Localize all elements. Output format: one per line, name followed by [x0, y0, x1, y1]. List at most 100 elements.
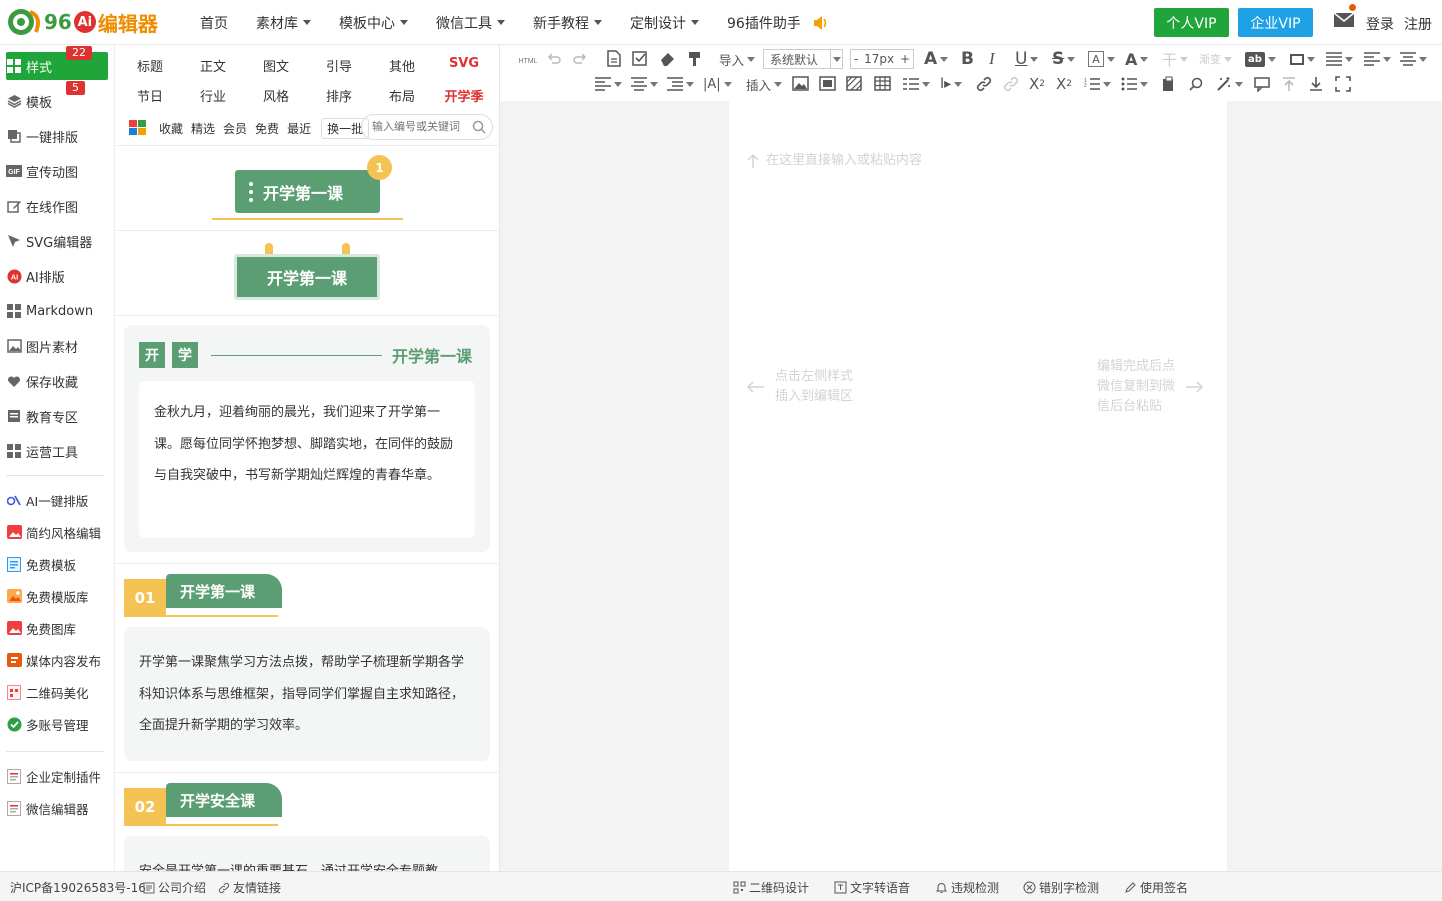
sidebar-item-promo-gif[interactable]: GIF 宣传动图: [6, 157, 108, 185]
emoji-dropdown[interactable]: [903, 73, 930, 95]
category-layout[interactable]: 布局: [377, 86, 427, 105]
mail-icon[interactable]: [1333, 12, 1355, 28]
sidebar-item-one-click-layout[interactable]: 一键排版: [6, 122, 108, 150]
html-source-icon[interactable]: HTML: [517, 54, 539, 66]
box-style-dropdown[interactable]: [1290, 48, 1315, 70]
sidebar-plugin-wechat-editor[interactable]: 微信编辑器: [6, 794, 108, 822]
template-search[interactable]: [361, 114, 493, 140]
category-guide[interactable]: 引导: [314, 56, 364, 75]
font-size-stepper[interactable]: -17px +: [850, 49, 914, 69]
sidebar-item-svg-editor[interactable]: SVG编辑器: [6, 227, 108, 255]
category-festival[interactable]: 节日: [125, 86, 175, 105]
filter-free[interactable]: 免费: [253, 120, 281, 137]
paste-icon[interactable]: [1161, 76, 1177, 92]
text-effect-dropdown[interactable]: A: [1125, 48, 1149, 70]
filter-member[interactable]: 会员: [221, 120, 249, 137]
format-brush-icon[interactable]: [686, 50, 703, 67]
sidebar-plugin-enterprise[interactable]: 企业定制插件: [6, 762, 108, 790]
indent-dropdown[interactable]: [1400, 48, 1427, 70]
multi-image-icon[interactable]: [819, 76, 836, 91]
undo-icon[interactable]: [546, 51, 562, 67]
sidebar-item-ai-layout[interactable]: AI AI排版: [6, 262, 108, 290]
find-replace-icon[interactable]: [1188, 76, 1204, 92]
eraser-icon[interactable]: [659, 50, 676, 67]
sidebar-item-education[interactable]: 教育专区: [6, 402, 108, 430]
underline-dropdown[interactable]: U: [1015, 48, 1039, 70]
footer-typo-check[interactable]: 错别字检测: [1023, 879, 1099, 896]
insert-dropdown[interactable]: 插入: [746, 73, 783, 95]
enterprise-vip-button[interactable]: 企业VIP: [1238, 8, 1313, 37]
letter-spacing-dropdown[interactable]: |A|: [703, 73, 732, 95]
logo[interactable]: 96 Ai 编辑器: [6, 6, 158, 38]
superscript-button[interactable]: X2: [1029, 73, 1045, 95]
category-style[interactable]: 风格: [251, 86, 301, 105]
sidebar-item-templates[interactable]: 模板: [6, 87, 108, 115]
indent-more-dropdown[interactable]: [667, 73, 694, 95]
strikethrough-dropdown[interactable]: S: [1052, 48, 1076, 70]
register-link[interactable]: 注册: [1404, 14, 1432, 34]
link-icon[interactable]: [976, 76, 992, 92]
list-align-dropdown[interactable]: [631, 73, 658, 95]
text-background-dropdown[interactable]: ab: [1245, 48, 1276, 70]
footer-signature[interactable]: 使用签名: [1124, 879, 1188, 896]
sidebar-tool-qrcode-beautify[interactable]: 二维码美化: [6, 678, 108, 706]
align-dropdown[interactable]: [595, 73, 622, 95]
magic-dropdown[interactable]: [1216, 73, 1243, 95]
speaker-icon[interactable]: [812, 15, 830, 31]
sidebar-tool-media-publish[interactable]: 媒体内容发布: [6, 646, 108, 674]
italic-button[interactable]: I: [989, 48, 995, 70]
checklist-icon[interactable]: [632, 50, 649, 67]
personal-vip-button[interactable]: 个人VIP: [1154, 8, 1229, 37]
nav-wechat-tools[interactable]: 微信工具: [422, 13, 519, 33]
font-family-select[interactable]: 系统默认: [763, 49, 843, 69]
category-sorting[interactable]: 排序: [314, 86, 364, 105]
cursor-dropdown[interactable]: I▸: [940, 73, 963, 95]
bold-button[interactable]: B: [961, 48, 974, 70]
icp-link[interactable]: 沪ICP备19026583号-16: [10, 879, 146, 896]
insert-above-icon[interactable]: [1281, 76, 1297, 92]
ordered-list-dropdown[interactable]: 12: [1084, 73, 1111, 95]
editor-canvas[interactable]: 在这里直接输入或粘贴内容 点击左侧样式 插入到编辑区 编辑完成后点 微信复制到微 信后…: [729, 101, 1227, 871]
category-other[interactable]: 其他: [377, 56, 427, 75]
nav-material-library[interactable]: 素材库: [242, 13, 325, 33]
import-dropdown[interactable]: 导入: [719, 48, 756, 70]
friend-links[interactable]: 友情链接: [218, 879, 281, 896]
minus-icon[interactable]: -: [854, 52, 858, 66]
background-icon[interactable]: [846, 76, 862, 91]
footer-compliance-check[interactable]: 违规检测: [935, 879, 999, 896]
nav-plugin-assistant[interactable]: 96插件助手: [713, 13, 844, 33]
gradient-dropdown[interactable]: 渐变: [1199, 48, 1232, 70]
login-link[interactable]: 登录: [1366, 14, 1394, 34]
footer-qrcode-design[interactable]: 二维码设计: [733, 879, 809, 896]
insert-below-icon[interactable]: [1308, 76, 1324, 92]
sidebar-item-markdown[interactable]: Markdown: [6, 297, 108, 325]
sidebar-item-styles[interactable]: 样式: [6, 52, 108, 80]
nav-tutorial[interactable]: 新手教程: [519, 13, 616, 33]
font-color-dropdown[interactable]: A: [924, 48, 949, 70]
sidebar-item-online-drawing[interactable]: 在线作图: [6, 192, 108, 220]
sidebar-tool-ai-layout[interactable]: AI一键排版: [6, 486, 108, 514]
template-card-3[interactable]: 开 学 开学第一课 金秋九月，迎着绚丽的晨光，我们迎来了开学第一课。愿每位同学怀…: [124, 325, 490, 552]
comment-icon[interactable]: [1254, 76, 1270, 92]
category-industry[interactable]: 行业: [188, 86, 238, 105]
sidebar-tool-free-photo-library[interactable]: 免费图库: [6, 614, 108, 642]
heading-dropdown[interactable]: 干: [1162, 48, 1189, 70]
redo-icon[interactable]: [572, 51, 588, 67]
fullscreen-icon[interactable]: [1335, 76, 1351, 92]
category-body-text[interactable]: 正文: [188, 56, 238, 75]
subscript-button[interactable]: X2: [1056, 73, 1072, 95]
category-image-text[interactable]: 图文: [251, 56, 301, 75]
sidebar-tool-simple-style[interactable]: 简约风格编辑: [6, 518, 108, 546]
text-border-dropdown[interactable]: A: [1088, 48, 1115, 70]
nav-home[interactable]: 首页: [186, 13, 242, 33]
category-svg[interactable]: SVG: [439, 56, 489, 71]
sidebar-item-image-assets[interactable]: 图片素材: [6, 332, 108, 360]
nav-custom-design[interactable]: 定制设计: [616, 13, 713, 33]
sidebar-item-operation-tools[interactable]: 运营工具: [6, 437, 108, 465]
sidebar-tool-multi-account[interactable]: 多账号管理: [6, 710, 108, 738]
unlink-icon[interactable]: [1003, 76, 1019, 92]
category-title[interactable]: 标题: [125, 56, 175, 75]
search-icon[interactable]: [472, 120, 486, 134]
line-height-dropdown[interactable]: [1326, 48, 1353, 70]
nav-template-center[interactable]: 模板中心: [325, 13, 422, 33]
